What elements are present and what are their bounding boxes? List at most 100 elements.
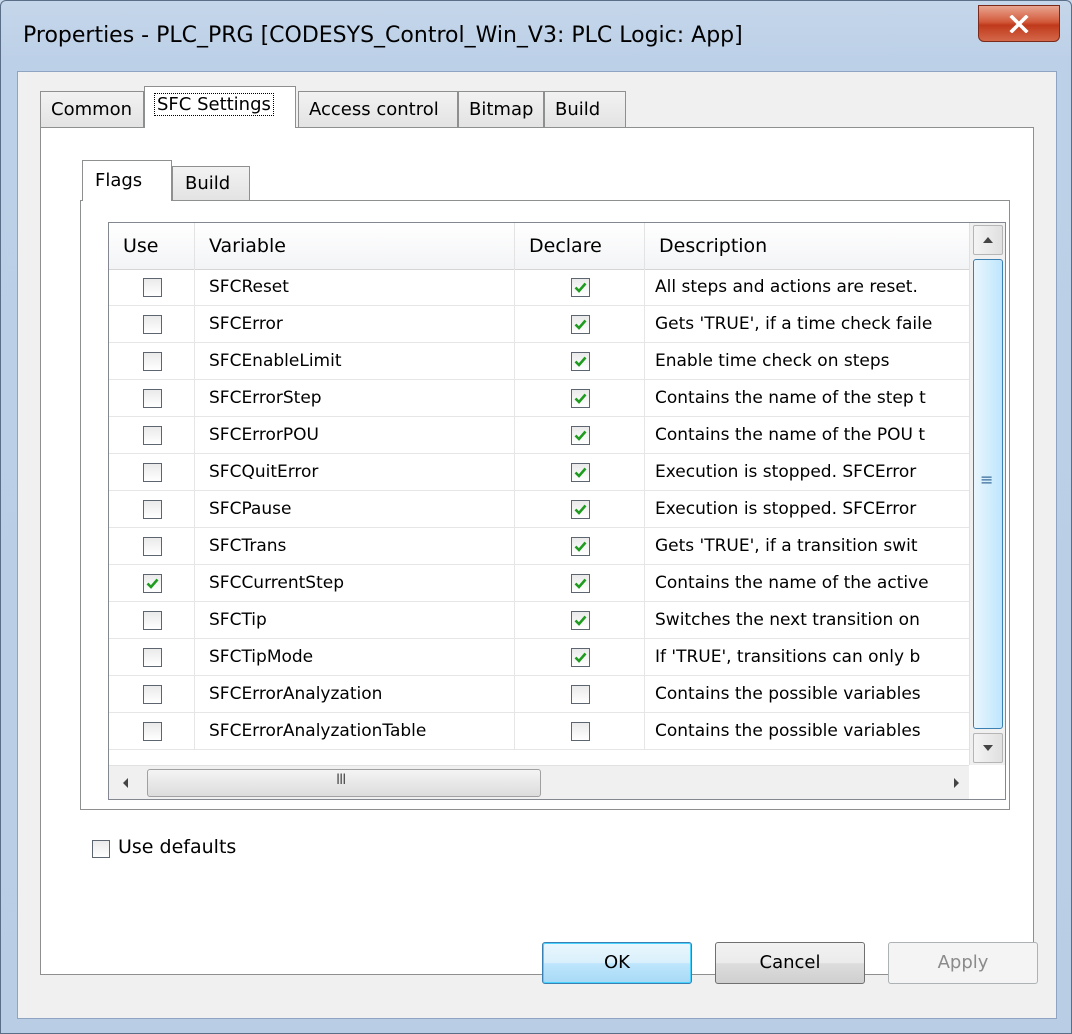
vertical-scroll-thumb[interactable]: ≡ [973,259,1003,729]
check-icon [574,652,587,663]
table-row[interactable]: SFCErrorPOU Contains the name of the POU … [109,417,969,454]
table-row[interactable]: SFCCurrentStep Contains the name of the a… [109,565,969,602]
description-cell: Gets 'TRUE', if a transition swit [655,536,918,556]
use-checkbox[interactable] [143,389,162,408]
dialog-client-area: Common SFC Settings Access control Bitma… [17,71,1057,1019]
table-row[interactable]: SFCErrorAnalyzationTable Contains the pos… [109,713,969,750]
column-header-description[interactable]: Description [645,223,969,269]
table-row[interactable]: SFCTip Switches the next transition on [109,602,969,639]
properties-dialog: Properties - PLC_PRG [CODESYS_Control_Wi… [0,0,1072,1034]
scroll-left-button[interactable] [115,772,137,794]
horizontal-scrollbar[interactable]: III [109,765,969,799]
use-checkbox[interactable] [143,500,162,519]
variable-cell: SFCErrorAnalyzationTable [195,713,515,750]
check-icon [574,430,587,441]
horizontal-scroll-thumb[interactable]: III [147,769,541,797]
use-checkbox[interactable] [143,611,162,630]
subtab-build[interactable]: Build [172,166,250,200]
tab-label: Access control [309,99,439,120]
use-cell [109,343,195,380]
check-icon [574,356,587,367]
declare-cell [515,454,645,491]
scroll-down-button[interactable] [973,733,1003,763]
use-cell [109,639,195,676]
cancel-button[interactable]: Cancel [715,942,865,984]
use-cell [109,676,195,713]
declare-checkbox[interactable] [571,463,590,482]
description-cell: Contains the possible variables [655,721,921,741]
use-checkbox[interactable] [143,722,162,741]
declare-checkbox[interactable] [571,722,590,741]
declare-checkbox[interactable] [571,278,590,297]
use-defaults-checkbox[interactable]: Use defaults [92,836,292,864]
use-checkbox[interactable] [143,574,162,593]
tab-sfc-settings[interactable]: SFC Settings [144,86,296,128]
tab-common[interactable]: Common [40,91,144,127]
check-icon [574,615,587,626]
column-header-variable[interactable]: Variable [195,223,515,269]
declare-cell [515,676,645,713]
declare-cell [515,343,645,380]
declare-checkbox[interactable] [571,537,590,556]
variable-cell: SFCQuitError [195,454,515,491]
table-row[interactable]: SFCEnableLimit Enable time check on steps [109,343,969,380]
table-row[interactable]: SFCError Gets 'TRUE', if a time check fai… [109,306,969,343]
table-row[interactable]: SFCQuitError Execution is stopped. SFCErr… [109,454,969,491]
close-button[interactable] [978,5,1060,42]
variable-cell: SFCTrans [195,528,515,565]
title-bar[interactable]: Properties - PLC_PRG [CODESYS_Control_Wi… [1,1,1071,71]
use-checkbox[interactable] [143,352,162,371]
subtab-label: Build [185,173,231,194]
declare-checkbox[interactable] [571,389,590,408]
vertical-scrollbar[interactable]: ≡ [969,223,1005,765]
check-icon [574,504,587,515]
arrow-left-icon [123,778,128,788]
scroll-up-button[interactable] [973,225,1003,255]
variable-cell: SFCEnableLimit [195,343,515,380]
tab-label: Bitmap [469,99,534,120]
variable-cell: SFCTip [195,602,515,639]
use-checkbox[interactable] [143,278,162,297]
apply-button[interactable]: Apply [888,942,1038,984]
use-checkbox[interactable] [143,648,162,667]
use-checkbox[interactable] [143,463,162,482]
column-header-use[interactable]: Use [109,223,195,269]
check-icon [574,319,587,330]
table-row[interactable]: SFCReset All steps and actions are reset. [109,269,969,306]
use-checkbox[interactable] [143,537,162,556]
ok-button[interactable]: OK [542,942,692,984]
declare-checkbox[interactable] [571,500,590,519]
description-cell: If 'TRUE', transitions can only b [655,647,921,667]
tab-access-control[interactable]: Access control [298,91,458,127]
use-checkbox[interactable] [143,685,162,704]
tab-bitmap[interactable]: Bitmap [458,91,544,127]
use-checkbox[interactable] [143,426,162,445]
declare-checkbox[interactable] [571,574,590,593]
tab-build[interactable]: Build [544,91,626,127]
description-cell: Contains the possible variables [655,684,921,704]
declare-checkbox[interactable] [571,352,590,371]
declare-checkbox[interactable] [571,611,590,630]
declare-checkbox[interactable] [571,685,590,704]
description-cell: Execution is stopped. SFCError [655,462,917,482]
subtab-flags[interactable]: Flags [82,160,172,201]
table-row[interactable]: SFCErrorStep Contains the name of the ste… [109,380,969,417]
use-defaults-label: Use defaults [118,836,237,858]
column-header-declare[interactable]: Declare [515,223,645,269]
variable-cell: SFCErrorStep [195,380,515,417]
check-icon [574,467,587,478]
grip-icon: III [336,772,346,788]
table-row[interactable]: SFCTipMode If 'TRUE', transitions can onl… [109,639,969,676]
declare-cell [515,306,645,343]
declare-cell [515,491,645,528]
table-row[interactable]: SFCTrans Gets 'TRUE', if a transition swi… [109,528,969,565]
table-row[interactable]: SFCErrorAnalyzation Contains the possible… [109,676,969,713]
table-row[interactable]: SFCPause Execution is stopped. SFCError [109,491,969,528]
use-checkbox[interactable] [143,315,162,334]
declare-checkbox[interactable] [571,648,590,667]
declare-checkbox[interactable] [571,426,590,445]
scroll-right-button[interactable] [945,772,967,794]
declare-cell [515,602,645,639]
variable-cell: SFCTipMode [195,639,515,676]
declare-checkbox[interactable] [571,315,590,334]
